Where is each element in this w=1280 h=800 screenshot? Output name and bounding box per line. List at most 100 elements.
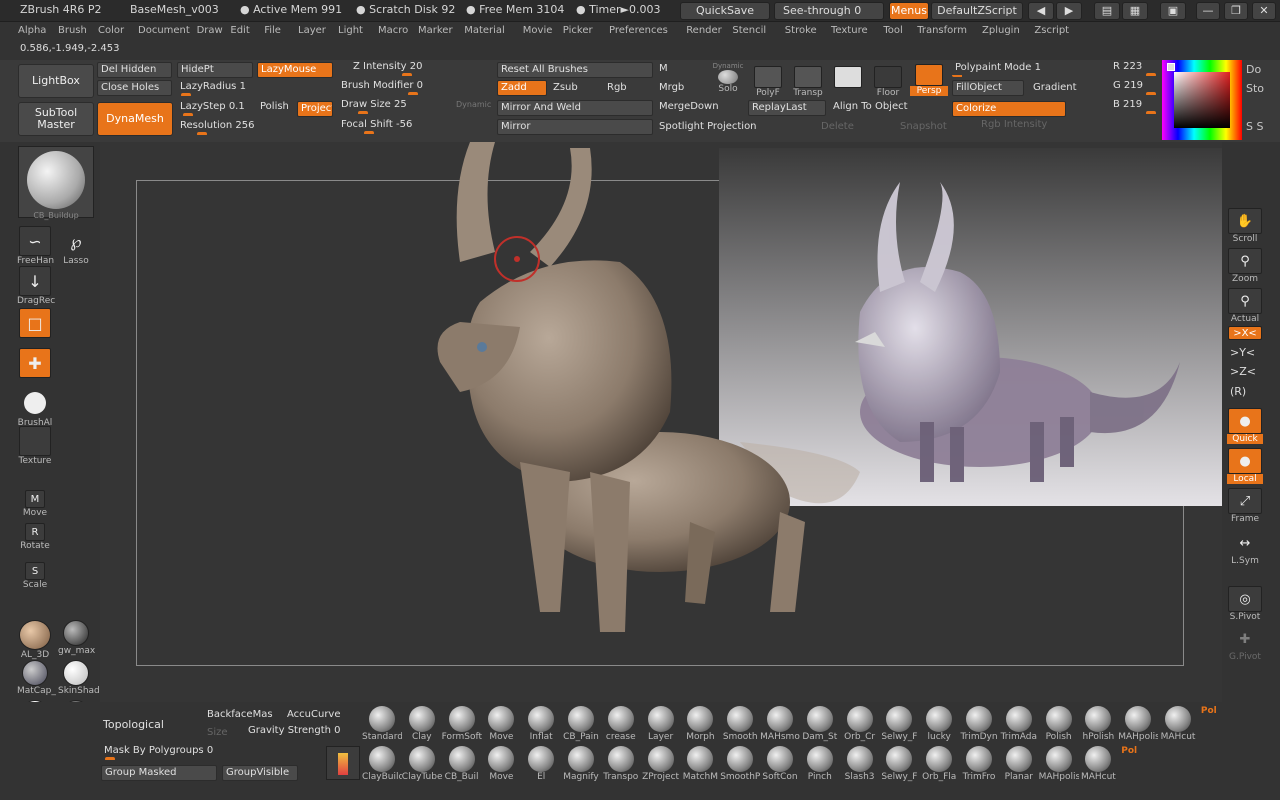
hidept-button[interactable]: HidePt [177, 62, 253, 78]
brush-row1-5[interactable]: CB_Pain [561, 706, 601, 742]
brush-row2-1[interactable]: ClayTube [402, 746, 442, 782]
brush-row1-21[interactable]: Pol [1198, 706, 1220, 716]
menu-alpha[interactable]: Alpha [18, 25, 46, 36]
blue-slider[interactable]: B 219 [1110, 98, 1160, 114]
quicksave-button[interactable]: QuickSave [680, 2, 770, 20]
lsym-button[interactable]: ↔ L.Sym [1227, 530, 1263, 567]
sym-x-button[interactable]: >X< [1227, 326, 1263, 340]
dynamic-label[interactable]: Dynamic [456, 100, 491, 109]
floor-button[interactable]: Floor [870, 66, 906, 102]
interface-icon[interactable]: ▦ [1122, 2, 1148, 20]
gradient-button[interactable]: Gradient [1030, 81, 1100, 97]
draw-button[interactable]: ✚ [17, 348, 53, 378]
menu-zplugin[interactable]: Zplugin [982, 25, 1020, 36]
close-icon[interactable]: ✕ [1252, 2, 1276, 20]
brush-row1-10[interactable]: MAHsmo [760, 706, 800, 742]
sym-z-button[interactable]: >Z< [1230, 365, 1256, 378]
fillobject-button[interactable]: FillObject [952, 80, 1024, 96]
brush-row1-6[interactable]: crease [601, 706, 641, 742]
mergedown-button[interactable]: MergeDown [656, 100, 730, 116]
sym-y-button[interactable]: >Y< [1230, 346, 1255, 359]
brush-row1-19[interactable]: MAHpolis [1118, 706, 1158, 742]
polyf-button[interactable]: PolyF [750, 66, 786, 102]
zadd-button[interactable]: Zadd [497, 80, 547, 96]
lazymouse-button[interactable]: LazyMouse [257, 62, 333, 78]
brush-row1-0[interactable]: Standard [362, 706, 402, 742]
brush-row2-10[interactable]: SoftCon [760, 746, 800, 782]
brush-row2-11[interactable]: Pinch [800, 746, 840, 782]
zsub-button[interactable]: Zsub [550, 81, 598, 97]
brush-row1-18[interactable]: hPolish [1078, 706, 1118, 742]
material-skinshade[interactable]: SkinShad [58, 660, 100, 696]
brush-row2-2[interactable]: CB_Buil [442, 746, 482, 782]
color-square[interactable] [1174, 72, 1230, 128]
lock-icon[interactable]: ▣ [1160, 2, 1186, 20]
delete-button[interactable]: Delete [818, 120, 878, 136]
del-hidden-button[interactable]: Del Hidden [97, 62, 172, 78]
persp-button[interactable]: Persp [910, 64, 948, 100]
rgb-intensity-slider[interactable]: Rgb Intensity [978, 118, 1128, 134]
brush-row1-16[interactable]: TrimAda [999, 706, 1039, 742]
rgb-button[interactable]: Rgb [604, 81, 652, 97]
backface-mask-button[interactable]: BackfaceMas [204, 708, 274, 724]
red-slider[interactable]: R 223 [1110, 60, 1160, 76]
menu-preferences[interactable]: Preferences [609, 25, 668, 36]
solo-button[interactable]: Dynamic Solo [710, 62, 746, 98]
menu-material[interactable]: Material [464, 25, 505, 36]
lasso-alpha[interactable]: ℘ Lasso [58, 226, 94, 267]
menu-file[interactable]: File [264, 25, 281, 36]
restore-icon[interactable]: ❐ [1224, 2, 1248, 20]
brush-row2-8[interactable]: MatchM [680, 746, 720, 782]
actual-button[interactable]: ⚲ Actual [1227, 288, 1263, 324]
material-matcap[interactable]: MatCap_ [17, 660, 56, 696]
texture-slot[interactable]: Texture [17, 426, 53, 466]
camera-button[interactable] [830, 66, 866, 102]
mirror-button[interactable]: Mirror [497, 119, 653, 135]
brush-modifier-slider[interactable]: Brush Modifier 0 [338, 79, 488, 95]
brush-row1-20[interactable]: MAHcut [1158, 706, 1198, 742]
menus-button[interactable]: Menus [889, 2, 929, 20]
color-picker[interactable] [1162, 60, 1242, 140]
quick-button[interactable]: ● Quick [1227, 408, 1263, 444]
brush-row1-8[interactable]: Morph [680, 706, 720, 742]
minimize-icon[interactable]: — [1196, 2, 1220, 20]
group-masked-button[interactable]: Group Masked [101, 765, 217, 781]
colorize-button[interactable]: Colorize [952, 101, 1066, 117]
m-button[interactable]: M [656, 62, 686, 78]
brush-row2-5[interactable]: Magnify [561, 746, 601, 782]
brush-row2-4[interactable]: El [521, 746, 561, 782]
mirror-and-weld-button[interactable]: Mirror And Weld [497, 100, 653, 116]
menu-marker[interactable]: Marker [418, 25, 453, 36]
edit-button[interactable]: □ [17, 308, 53, 338]
brush-row2-14[interactable]: Orb_Fla [919, 746, 959, 782]
snapshot-button[interactable]: Snapshot [897, 120, 957, 136]
material-gwmax[interactable]: gw_max [58, 620, 95, 656]
rotate-button[interactable]: R Rotate [17, 523, 53, 551]
subtool-master-button[interactable]: SubTool Master [18, 102, 94, 136]
dynamesh-button[interactable]: DynaMesh [97, 102, 173, 136]
focal-shift-slider[interactable]: Focal Shift -56 [338, 118, 488, 134]
freehand-stroke[interactable]: ∽ FreeHan [17, 226, 54, 266]
brush-row2-16[interactable]: Planar [999, 746, 1039, 782]
spotlight-projection-button[interactable]: Spotlight Projection [656, 120, 806, 136]
resolution-slider[interactable]: Resolution 256 [177, 119, 333, 135]
gpivot-button[interactable]: ✚ G.Pivot [1227, 626, 1263, 663]
reset-all-brushes-button[interactable]: Reset All Brushes [497, 62, 653, 78]
dragrect-stroke[interactable]: ↓ DragRec [17, 266, 55, 306]
polypaint-mode-slider[interactable]: Polypaint Mode 1 [952, 61, 1102, 77]
polish-button[interactable]: Polish [257, 100, 297, 116]
align-to-object-button[interactable]: Align To Object [830, 100, 940, 116]
accucurve-button[interactable]: AccuCurve [284, 708, 350, 724]
layout-icon[interactable]: ▤ [1094, 2, 1120, 20]
menu-stroke[interactable]: Stroke [785, 25, 817, 36]
menu-transform[interactable]: Transform [917, 25, 967, 36]
menu-movie[interactable]: Movie [523, 25, 553, 36]
brush-row1-2[interactable]: FormSoft [442, 706, 482, 742]
project-button[interactable]: Project [297, 101, 333, 117]
group-visible-button[interactable]: GroupVisible [222, 765, 298, 781]
brush-row2-0[interactable]: ClayBuild [362, 746, 402, 782]
brush-row2-6[interactable]: Transpo [601, 746, 641, 782]
replaylast-button[interactable]: ReplayLast [748, 100, 826, 116]
material-al3d[interactable]: AL_3D [17, 620, 53, 660]
topological-button[interactable]: Topological [100, 718, 170, 734]
